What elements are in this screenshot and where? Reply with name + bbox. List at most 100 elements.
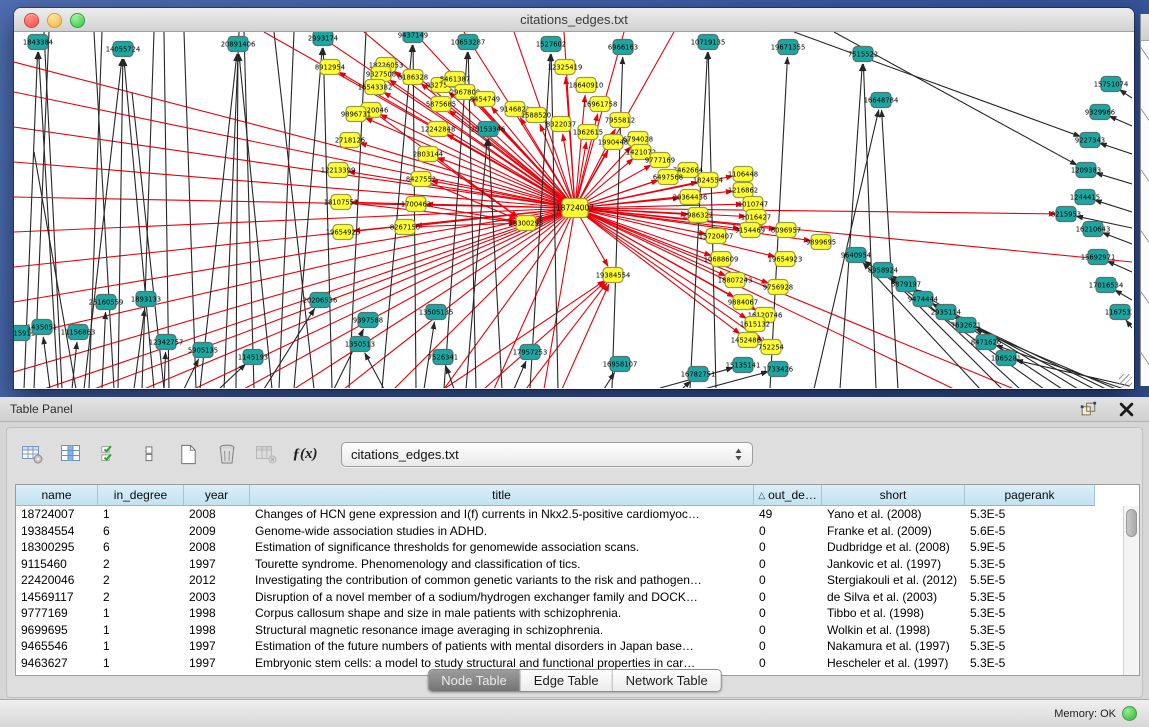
row-height-icon[interactable] — [136, 441, 162, 467]
table-cell[interactable]: 2 — [98, 557, 184, 571]
column-header-pagerank[interactable]: pagerank — [965, 485, 1095, 506]
graph-node[interactable]: 10719135 — [691, 35, 726, 50]
table-cell[interactable]: 22420046 — [16, 573, 98, 587]
table-cell[interactable]: 2008 — [184, 540, 250, 554]
zoom-button[interactable] — [70, 13, 85, 28]
table-cell[interactable]: 0 — [754, 656, 822, 670]
table-cell[interactable]: 2009 — [184, 524, 250, 538]
tab-node-table[interactable]: Node Table — [428, 670, 520, 691]
graph-node[interactable]: 18640910 — [569, 78, 604, 93]
function-builder-icon[interactable]: ƒ(x) — [292, 441, 318, 467]
table-cell[interactable]: 2 — [98, 590, 184, 604]
table-cell[interactable]: 1 — [98, 639, 184, 653]
row-selection-icon[interactable] — [97, 441, 123, 467]
graph-node[interactable]: 9227343 — [1075, 133, 1105, 148]
table-mode-icon[interactable] — [19, 441, 45, 467]
table-cell[interactable]: Yano et al. (2008) — [822, 507, 965, 521]
table-cell[interactable]: 5.5E-5 — [965, 573, 1095, 587]
graph-node[interactable]: 8958924 — [868, 263, 898, 278]
graph-node[interactable]: 12342757 — [149, 335, 184, 350]
table-cell[interactable]: 0 — [754, 639, 822, 653]
column-header-short[interactable]: short — [822, 485, 965, 506]
table-cell[interactable]: 9463627 — [16, 656, 98, 670]
show-columns-icon[interactable] — [58, 441, 84, 467]
column-header-year[interactable]: year — [184, 485, 250, 506]
table-cell[interactable]: Estimation of significance thresholds fo… — [250, 540, 754, 554]
graph-node[interactable]: 16210643 — [1076, 222, 1111, 237]
graph-node[interactable]: 1167533 — [1105, 305, 1132, 320]
graph-node[interactable]: 7955812 — [605, 113, 635, 128]
graph-node[interactable]: 17957253 — [513, 345, 548, 360]
graph-node[interactable]: 15720407 — [699, 229, 734, 244]
graph-node[interactable]: 6966163 — [608, 40, 638, 55]
graph-node[interactable]: 752254 — [758, 340, 784, 355]
table-cell[interactable]: Corpus callosum shape and size in male p… — [250, 606, 754, 620]
table-row[interactable]: 1872400712008Changes of HCN gene express… — [16, 506, 1124, 523]
table-cell[interactable]: 9777169 — [16, 606, 98, 620]
graph-node[interactable]: 10688609 — [704, 252, 739, 267]
table-cell[interactable]: 1997 — [184, 557, 250, 571]
graph-node[interactable]: 16648784 — [864, 93, 899, 108]
table-row[interactable]: 2242004622012Investigating the contribut… — [16, 572, 1124, 589]
table-row[interactable]: 946554611997Estimation of the future num… — [16, 638, 1124, 655]
table-cell[interactable]: 5.3E-5 — [965, 590, 1095, 604]
table-cell[interactable]: Hescheler et al. (1997) — [822, 656, 965, 670]
graph-node[interactable]: 9437149 — [398, 32, 428, 43]
table-cell[interactable]: 5.3E-5 — [965, 656, 1095, 670]
graph-node[interactable]: 1145193 — [238, 350, 268, 365]
graph-node[interactable]: 8215953 — [1051, 207, 1081, 222]
table-cell[interactable]: Changes of HCN gene expression and I(f) … — [250, 507, 754, 521]
graph-node[interactable]: 8267150 — [390, 220, 420, 235]
graph-node[interactable]: 1527602 — [536, 37, 566, 52]
graph-node[interactable]: 16782751 — [681, 367, 716, 382]
table-cell[interactable]: 5.3E-5 — [965, 557, 1095, 571]
table-row[interactable]: 969969511998Structural magnetic resonanc… — [16, 622, 1124, 639]
graph-node[interactable]: 5905135 — [188, 343, 218, 358]
graph-node[interactable]: 9329966 — [1085, 105, 1115, 120]
tab-network-table[interactable]: Network Table — [612, 670, 721, 691]
graph-node[interactable]: 7632621 — [951, 318, 981, 333]
table-cell[interactable]: 0 — [754, 573, 822, 587]
graph-node[interactable]: 20153346 — [471, 122, 506, 137]
graph-node[interactable]: 19384554 — [596, 268, 631, 283]
graph-node[interactable]: 12325419 — [548, 60, 583, 75]
table-cell[interactable]: 5.9E-5 — [965, 540, 1095, 554]
table-cell[interactable]: Investigating the contribution of common… — [250, 573, 754, 587]
table-cell[interactable]: 9699695 — [16, 623, 98, 637]
table-cell[interactable]: 1998 — [184, 606, 250, 620]
graph-node[interactable]: 17016534 — [1089, 278, 1124, 293]
table-cell[interactable]: 1998 — [184, 623, 250, 637]
table-cell[interactable]: 2012 — [184, 573, 250, 587]
table-cell[interactable]: Nakamura et al. (1997) — [822, 639, 965, 653]
graph-node[interactable]: 1350513 — [345, 337, 375, 352]
graph-node[interactable]: 15135141 — [726, 358, 761, 373]
tab-edge-table[interactable]: Edge Table — [520, 670, 612, 691]
float-panel-icon[interactable] — [1075, 396, 1101, 422]
graph-node[interactable]: 20206536 — [303, 293, 338, 308]
table-cell[interactable]: 0 — [754, 606, 822, 620]
graph-node[interactable]: 20891406 — [221, 37, 256, 52]
graph-node[interactable]: 19654925 — [326, 225, 361, 240]
table-row[interactable]: 911546021997Tourette syndrome. Phenomeno… — [16, 556, 1124, 573]
table-cell[interactable]: Wolkin et al. (1998) — [822, 623, 965, 637]
table-cell[interactable]: Tibbo et al. (1998) — [822, 606, 965, 620]
table-cell[interactable]: 0 — [754, 524, 822, 538]
table-cell[interactable]: 0 — [754, 590, 822, 604]
table-vertical-scrollbar[interactable] — [1123, 506, 1139, 675]
graph-node[interactable]: 7515522 — [848, 47, 878, 62]
table-cell[interactable]: 5.3E-5 — [965, 507, 1095, 521]
graph-node[interactable]: 16958107 — [603, 357, 638, 372]
table-cell[interactable]: 5.3E-5 — [965, 639, 1095, 653]
network-canvas[interactable]: 1843384140557242089140629931749437149106… — [14, 32, 1134, 389]
table-cell[interactable]: 1 — [98, 507, 184, 521]
graph-node[interactable]: 9397588 — [353, 313, 383, 328]
table-cell[interactable]: Tourette syndrome. Phenomenology and cla… — [250, 557, 754, 571]
table-cell[interactable]: 5.3E-5 — [965, 623, 1095, 637]
table-cell[interactable]: 6 — [98, 524, 184, 538]
table-cell[interactable]: 1997 — [184, 656, 250, 670]
table-cell[interactable]: 18724007 — [16, 507, 98, 521]
table-cell[interactable]: Structural magnetic resonance image aver… — [250, 623, 754, 637]
close-button[interactable] — [24, 13, 39, 28]
table-cell[interactable]: Franke et al. (2009) — [822, 524, 965, 538]
table-cell[interactable]: 14569117 — [16, 590, 98, 604]
